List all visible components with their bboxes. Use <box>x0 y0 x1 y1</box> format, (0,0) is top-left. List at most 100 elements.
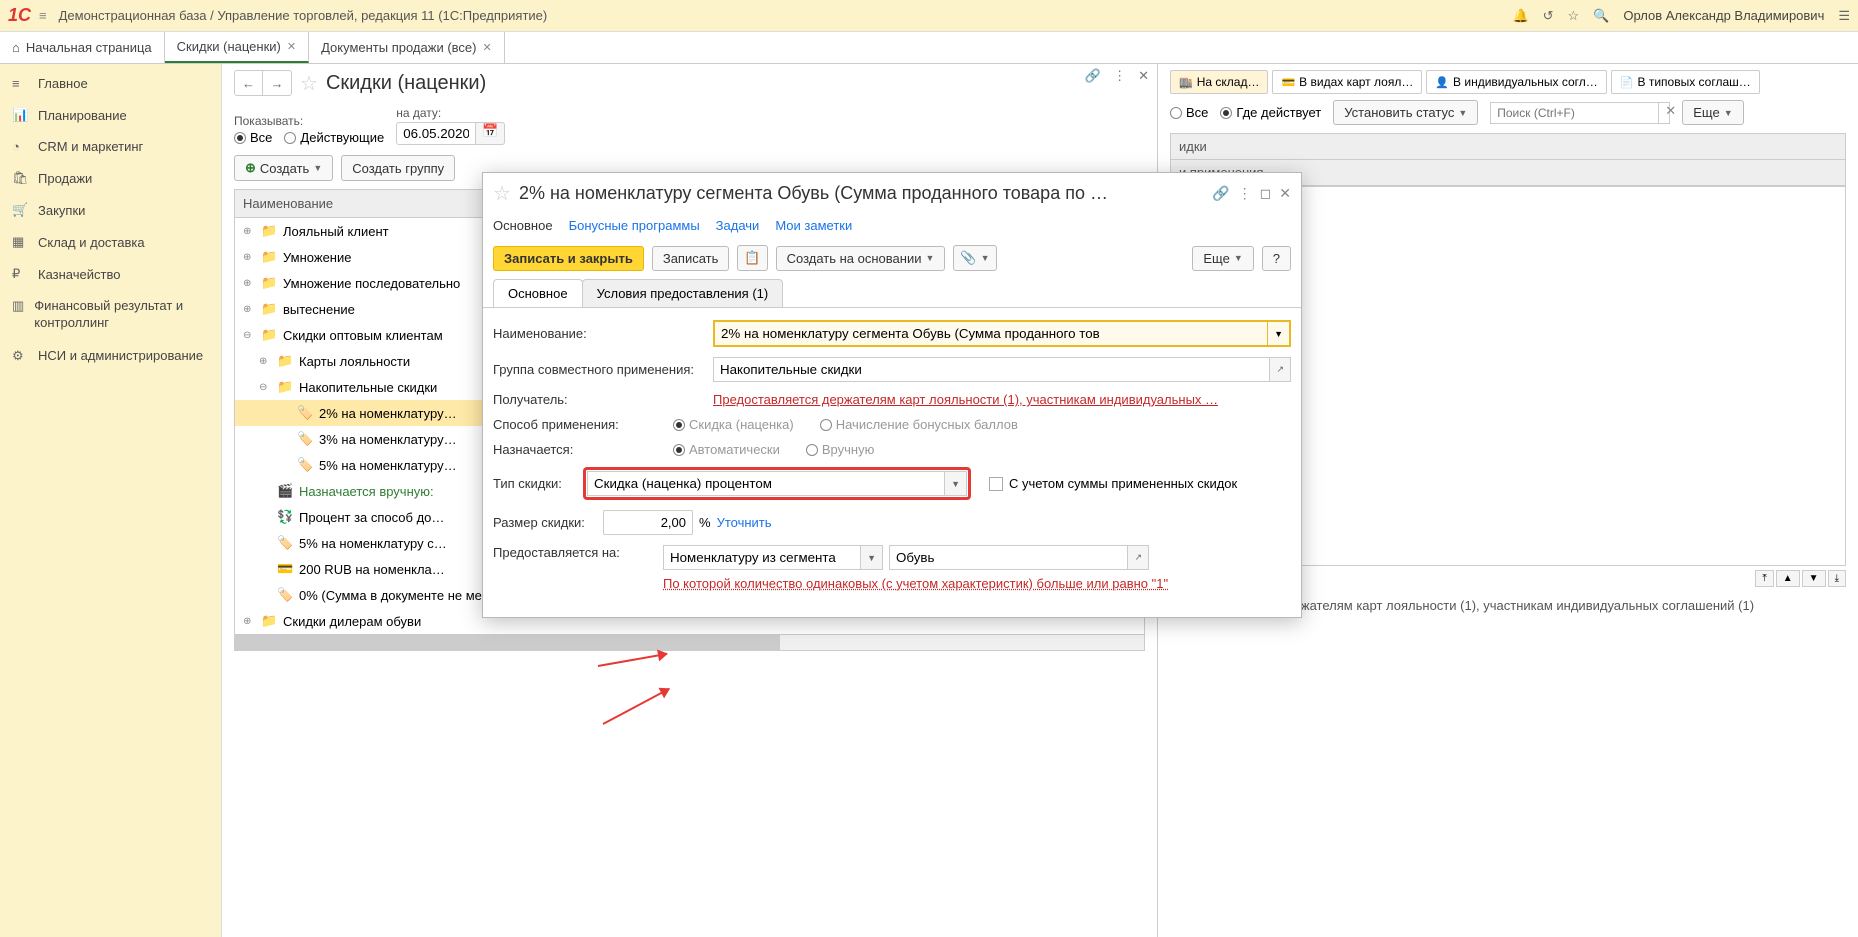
radio-active[interactable]: Действующие <box>284 130 384 145</box>
sidebar-item-crm[interactable]: ◔CRM и маркетинг <box>0 131 221 162</box>
radio-all-right[interactable]: Все <box>1170 105 1208 120</box>
clarify-link[interactable]: Уточнить <box>717 515 772 530</box>
type-select[interactable]: ▼ <box>587 471 967 496</box>
create-button[interactable]: ⊕Создать▼ <box>234 155 333 181</box>
maximize-icon[interactable]: ◻ <box>1260 185 1272 202</box>
more-button[interactable]: Еще▼ <box>1682 100 1743 125</box>
modal-header: ☆ 2% на номенклатуру сегмента Обувь (Сум… <box>483 173 1301 214</box>
sidebar-item-nsi[interactable]: ⚙НСИ и администрирование <box>0 340 221 373</box>
modal-tab-tasks[interactable]: Задачи <box>716 214 760 237</box>
scroll-bottom-icon[interactable]: ⤓ <box>1828 570 1846 587</box>
settings-icon[interactable]: ☰ <box>1838 8 1850 24</box>
folder-icon: 📁 <box>277 353 293 369</box>
help-button[interactable]: ? <box>1262 246 1291 271</box>
chevron-down-icon[interactable]: ▼ <box>860 546 882 569</box>
save-button[interactable]: Записать <box>652 246 730 271</box>
expand-icon[interactable]: ⊕ <box>243 616 255 627</box>
sidebar-item-treasury[interactable]: ₽Казначейство <box>0 258 221 290</box>
close-icon[interactable]: ✕ <box>482 41 491 54</box>
create-group-button[interactable]: Создать группу <box>341 155 455 181</box>
more-icon[interactable]: ⋮ <box>1238 185 1252 202</box>
set-status-button[interactable]: Установить статус▼ <box>1333 100 1478 125</box>
collapse-icon[interactable]: ⊖ <box>259 382 271 393</box>
search-input[interactable] <box>1491 103 1658 123</box>
sidebar-item-fin-result[interactable]: ▥Финансовый результат и контроллинг <box>0 290 221 340</box>
more-icon[interactable]: ⋮ <box>1113 68 1126 84</box>
link-icon[interactable]: 🔗 <box>1085 68 1101 84</box>
collapse-icon[interactable]: ⊖ <box>243 330 255 341</box>
manual-icon: 🎬 <box>277 483 293 499</box>
provided-select[interactable]: ▼ <box>663 545 883 570</box>
subtab-main[interactable]: Основное <box>493 279 583 307</box>
checkbox-applied[interactable] <box>989 477 1003 491</box>
right-tab-sklad[interactable]: 🏬На склад… <box>1170 70 1268 94</box>
forward-button[interactable]: → <box>263 71 291 95</box>
type-input[interactable] <box>588 472 944 495</box>
condition-link[interactable]: По которой количество одинаковых (с учет… <box>663 576 1168 591</box>
tab-sales-docs[interactable]: Документы продажи (все) ✕ <box>309 32 505 63</box>
hamburger-icon[interactable]: ≡ <box>39 8 47 23</box>
report-button[interactable]: 📋 <box>737 245 767 271</box>
open-icon[interactable]: ↗ <box>1269 358 1290 381</box>
link-icon[interactable]: 🔗 <box>1212 185 1229 202</box>
size-input[interactable] <box>603 510 693 535</box>
expand-icon[interactable]: ⊕ <box>259 356 271 367</box>
bell-icon[interactable]: 🔔 <box>1512 8 1528 24</box>
sidebar-item-main[interactable]: ≡Главное <box>0 68 221 99</box>
modal-tab-main[interactable]: Основное <box>493 214 553 237</box>
group-select[interactable]: ↗ <box>713 357 1291 382</box>
provided-input[interactable] <box>664 546 860 569</box>
close-icon[interactable]: ✕ <box>287 40 296 53</box>
chevron-down-icon[interactable]: ▼ <box>944 472 966 495</box>
create-based-button[interactable]: Создать на основании▼ <box>776 246 946 271</box>
clear-search-icon[interactable]: ✕ <box>1658 103 1682 123</box>
name-input[interactable] <box>715 322 1267 345</box>
tab-discounts[interactable]: Скидки (наценки) ✕ <box>165 32 309 63</box>
history-icon[interactable]: ↺ <box>1543 8 1554 24</box>
scroll-down-icon[interactable]: ▼ <box>1802 570 1826 587</box>
save-close-button[interactable]: Записать и закрыть <box>493 246 644 271</box>
tab-home[interactable]: ⌂ Начальная страница <box>0 32 165 63</box>
sidebar-item-warehouse[interactable]: ▦Склад и доставка <box>0 226 221 258</box>
chevron-down-icon[interactable]: ▼ <box>1267 322 1289 345</box>
radio-all[interactable]: Все <box>234 130 272 145</box>
sidebar-item-sales[interactable]: 🛍Продажи <box>0 162 221 194</box>
date-input[interactable] <box>396 122 476 145</box>
expand-icon[interactable]: ⊕ <box>243 278 255 289</box>
label-assigned: Назначается: <box>493 442 673 457</box>
star-icon[interactable]: ☆ <box>1568 8 1580 24</box>
favorite-icon[interactable]: ☆ <box>300 71 318 96</box>
scroll-up-icon[interactable]: ▲ <box>1776 570 1800 587</box>
modal-subtabs: Основное Условия предоставления (1) <box>483 279 1301 308</box>
expand-icon[interactable]: ⊕ <box>243 226 255 237</box>
right-tab-indiv[interactable]: 👤В индивидуальных согл… <box>1426 70 1606 94</box>
open-icon[interactable]: ↗ <box>1127 546 1148 569</box>
segment-input[interactable] <box>890 546 1127 569</box>
subtab-conditions[interactable]: Условия предоставления (1) <box>582 279 784 307</box>
segment-select[interactable]: ↗ <box>889 545 1149 570</box>
close-icon[interactable]: ✕ <box>1279 185 1291 202</box>
horizontal-scrollbar[interactable] <box>235 634 1144 650</box>
favorite-icon[interactable]: ☆ <box>493 181 511 206</box>
expand-icon[interactable]: ⊕ <box>243 304 255 315</box>
more-button-modal[interactable]: Еще▼ <box>1192 246 1253 271</box>
attach-button[interactable]: 📎▼ <box>953 245 996 271</box>
recipient-link[interactable]: Предоставляется держателям карт лояльнос… <box>713 392 1218 407</box>
modal-tab-notes[interactable]: Мои заметки <box>775 214 852 237</box>
user-name[interactable]: Орлов Александр Владимирович <box>1623 8 1824 23</box>
back-button[interactable]: ← <box>235 71 263 95</box>
right-tab-typical[interactable]: 📄В типовых соглаш… <box>1611 70 1760 94</box>
modal-form: Наименование: ▼ Группа совместного приме… <box>483 308 1301 617</box>
expand-icon[interactable]: ⊕ <box>243 252 255 263</box>
close-icon[interactable]: ✕ <box>1138 68 1149 84</box>
calendar-icon[interactable]: 📅 <box>476 122 505 145</box>
search-icon[interactable]: 🔍 <box>1593 8 1609 24</box>
right-tab-cards[interactable]: 💳В видах карт лоял… <box>1272 70 1422 94</box>
radio-where[interactable]: Где действует <box>1220 105 1321 120</box>
modal-tab-bonus[interactable]: Бонусные программы <box>569 214 700 237</box>
scroll-top-icon[interactable]: ⤒ <box>1755 570 1773 587</box>
sidebar-item-purchases[interactable]: 🛒Закупки <box>0 194 221 226</box>
sidebar-item-planning[interactable]: 📊Планирование <box>0 99 221 131</box>
group-input[interactable] <box>714 358 1269 381</box>
col-header: идки <box>1171 134 1845 160</box>
